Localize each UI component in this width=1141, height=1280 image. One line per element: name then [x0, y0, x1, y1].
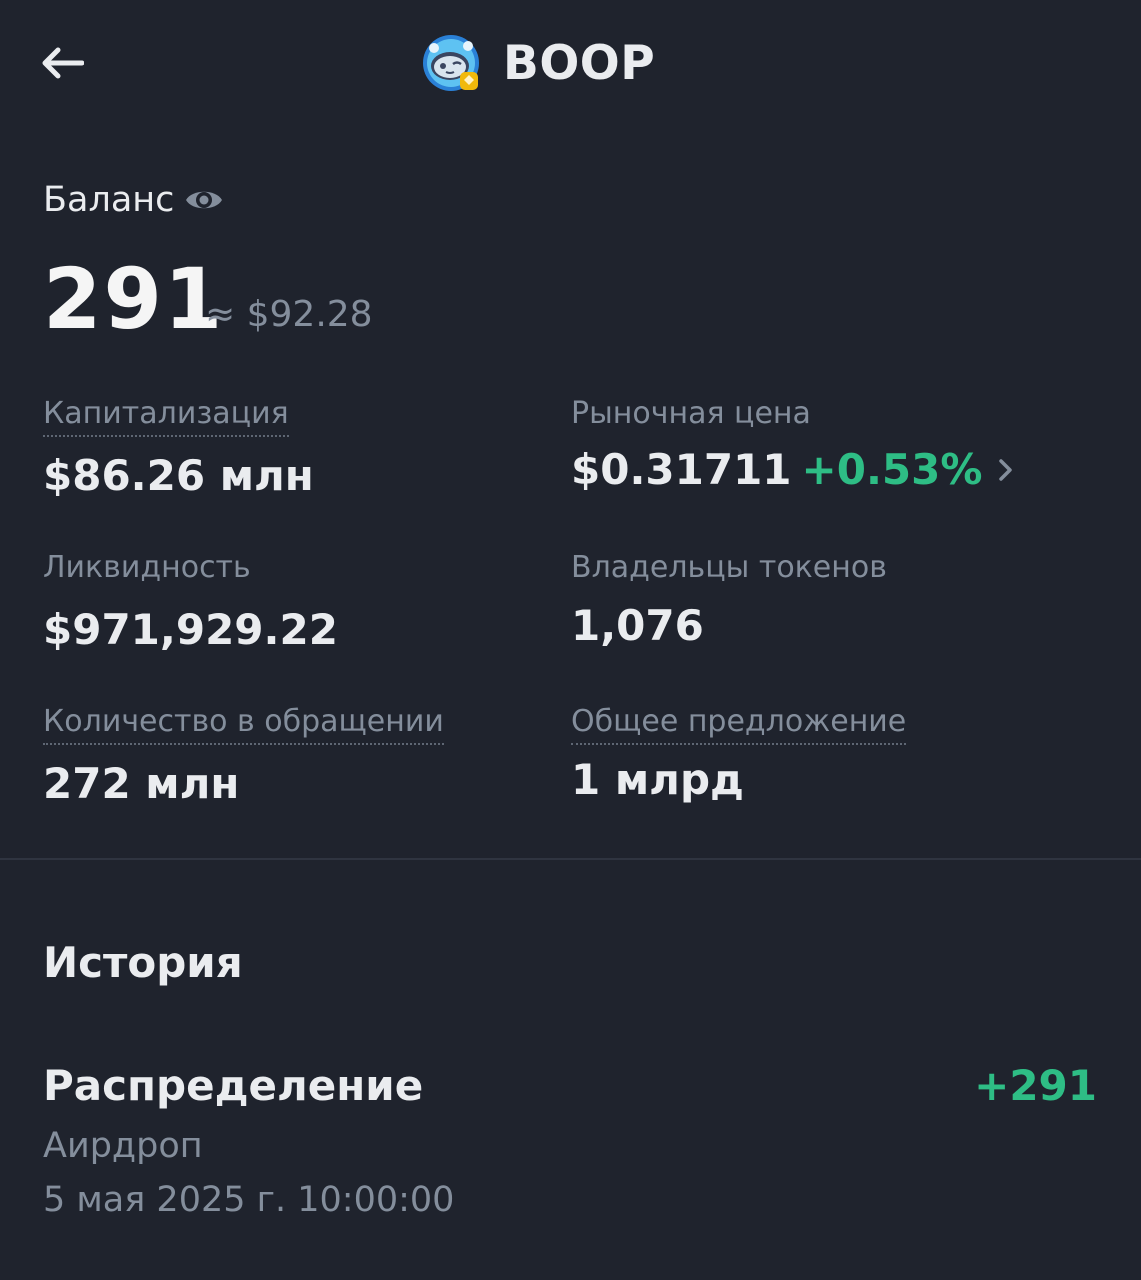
- market-cap-label[interactable]: Капитализация: [43, 394, 289, 437]
- history-item-date: 5 мая 2025 г. 10:00:00: [43, 1180, 455, 1220]
- arrow-left-icon: [42, 47, 84, 79]
- total-supply-value: 1 млрд: [571, 755, 744, 804]
- total-supply-label[interactable]: Общее предложение: [571, 702, 907, 745]
- market-price-row[interactable]: $0.31711 +0.53%: [571, 444, 1018, 496]
- market-price-value: $0.31711: [571, 445, 792, 494]
- liquidity-value: $971,929.22: [43, 605, 338, 654]
- section-divider: [0, 858, 1141, 860]
- balance-amount: 291: [43, 250, 225, 348]
- market-cap-value: $86.26 млн: [43, 451, 314, 500]
- balance-label-row: Баланс: [43, 178, 224, 222]
- price-change-badge: +0.53%: [801, 445, 983, 494]
- market-price-label: Рыночная цена: [571, 396, 811, 431]
- liquidity-label: Ликвидность: [43, 550, 251, 585]
- top-bar: BOOP: [0, 0, 1141, 128]
- balance-label: Баланс: [43, 180, 175, 220]
- holders-value: 1,076: [571, 601, 704, 650]
- eye-icon[interactable]: [184, 185, 224, 215]
- token-title: BOOP: [503, 36, 656, 91]
- history-list-item[interactable]: Распределение +291 Аирдроп 5 мая 2025 г.…: [0, 1052, 1141, 1232]
- history-item-title: Распределение: [43, 1061, 424, 1110]
- boop-token-logo: [423, 35, 479, 91]
- balance-usd-value: ≈ $92.28: [205, 294, 373, 335]
- chevron-right-icon: [996, 455, 1018, 485]
- history-title: История: [43, 938, 243, 987]
- holders-label: Владельцы токенов: [571, 550, 887, 585]
- circulating-supply-label[interactable]: Количество в обращении: [43, 702, 444, 745]
- history-item-type: Аирдроп: [43, 1126, 203, 1166]
- history-item-amount: +291: [974, 1061, 1097, 1110]
- circulating-supply-value: 272 млн: [43, 759, 240, 808]
- back-button[interactable]: [36, 38, 88, 88]
